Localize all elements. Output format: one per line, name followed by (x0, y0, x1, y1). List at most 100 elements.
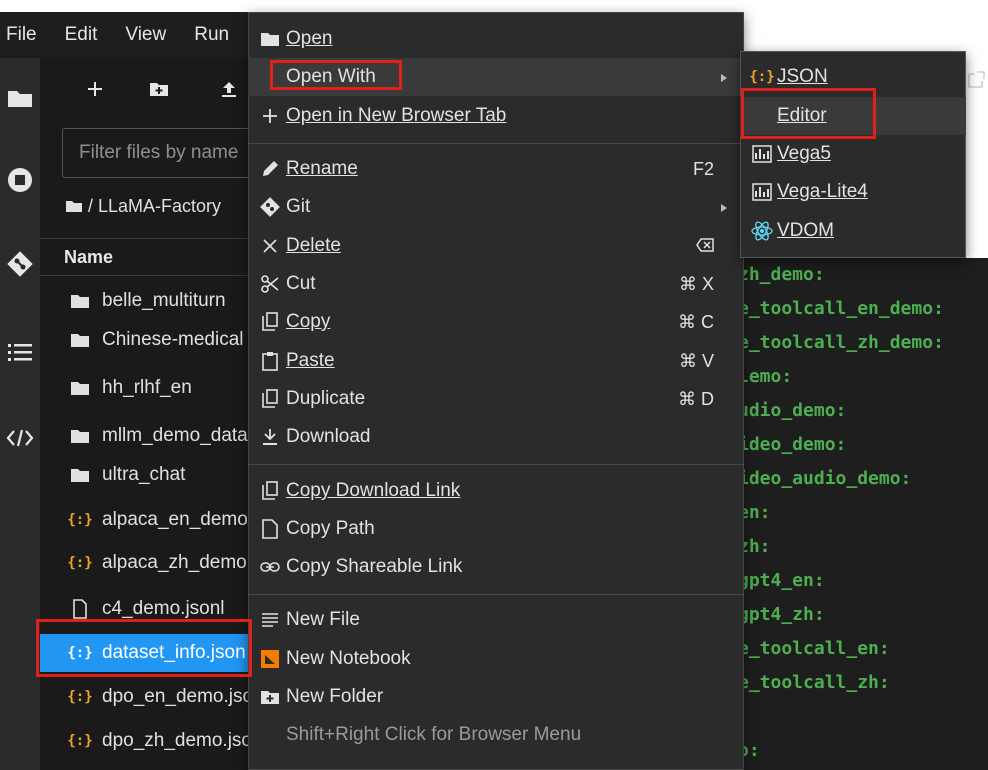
column-header-name[interactable]: Name (40, 238, 248, 276)
running-kernels-icon[interactable] (0, 162, 40, 198)
json-icon: {:} (67, 555, 93, 571)
file-row[interactable]: {:} alpaca_en_demo.json (40, 501, 248, 539)
menu-divider (248, 143, 744, 144)
menu-copy[interactable]: Copy ⌘ C (248, 303, 744, 341)
file-row[interactable]: mllm_demo_data (40, 417, 248, 455)
file-row[interactable]: hh_rlhf_en (40, 369, 248, 407)
code-line: zh_demo: (738, 264, 825, 285)
breadcrumb[interactable]: / LLaMA-Factory (66, 190, 248, 222)
file-icon (258, 519, 282, 539)
code-line: gpt4_zh: (738, 604, 825, 625)
menu-git[interactable]: Git (248, 188, 744, 226)
menu-view[interactable]: View (119, 24, 166, 46)
vega-chart-icon (750, 145, 774, 163)
file-name: belle_multiturn (102, 290, 226, 311)
code-line: udio_demo: (738, 400, 847, 421)
upload-icon[interactable] (216, 76, 242, 102)
submenu-vdom[interactable]: VDOM (740, 212, 966, 250)
menu-new-folder[interactable]: New Folder (248, 678, 744, 716)
pencil-icon (258, 159, 282, 179)
duplicate-shortcut: ⌘ D (678, 388, 714, 409)
file-row[interactable]: {:} alpaca_zh_demo.json (40, 544, 248, 582)
menu-copy-path[interactable]: Copy Path (248, 510, 744, 548)
new-folder-icon[interactable] (146, 76, 172, 102)
file-row[interactable]: ultra_chat (40, 456, 248, 494)
submenu-vega-lite4[interactable]: Vega-Lite4 (740, 173, 966, 211)
menu-copy-download-link[interactable]: Copy Download Link (248, 472, 744, 510)
file-name: mllm_demo_data (102, 425, 248, 446)
activity-bar (0, 58, 40, 770)
file-icon (68, 599, 92, 619)
paste-shortcut: ⌘ V (678, 350, 714, 371)
git-icon[interactable] (0, 244, 40, 284)
submenu-editor-label: Editor (777, 105, 827, 126)
external-link-icon[interactable] (966, 70, 988, 96)
json-icon: {:} (67, 645, 93, 661)
folder-icon (66, 201, 82, 212)
menu-new-notebook[interactable]: New Notebook (248, 640, 744, 678)
file-browser-toolbar (40, 58, 248, 120)
submenu-vdom-label: VDOM (777, 220, 834, 241)
menu-copy-path-label: Copy Path (286, 518, 375, 539)
menu-copy-shareable-link[interactable]: Copy Shareable Link (248, 548, 744, 586)
json-icon: {:} (749, 69, 775, 85)
folder-icon (68, 332, 92, 348)
file-row[interactable]: {:} dpo_zh_demo.json (40, 722, 248, 760)
table-of-contents-icon[interactable] (0, 334, 40, 370)
menu-paste-label: Paste (286, 350, 335, 371)
menu-rename[interactable]: Rename F2 (248, 150, 744, 188)
menu-new-file[interactable]: New File (248, 601, 744, 639)
code-extension-icon[interactable] (0, 420, 40, 456)
menu-new-file-label: New File (286, 609, 360, 630)
filter-placeholder: Filter files by name (79, 142, 239, 163)
menu-git-label: Git (286, 196, 311, 217)
folder-icon (68, 428, 92, 444)
submenu-vega5[interactable]: Vega5 (740, 135, 966, 173)
menu-delete[interactable]: Delete (248, 227, 744, 265)
menu-new-folder-label: New Folder (286, 686, 384, 707)
git-icon (258, 196, 282, 218)
notebook-icon (258, 649, 282, 669)
file-row[interactable]: {:} dataset_info.json (40, 634, 248, 672)
file-row[interactable]: c4_demo.jsonl (40, 590, 248, 628)
code-line: lemo: (738, 366, 793, 387)
menu-cut[interactable]: Cut ⌘ X (248, 265, 744, 303)
menu-download[interactable]: Download (248, 418, 744, 456)
code-line: e_toolcall_zh_demo: (738, 332, 944, 353)
menu-edit[interactable]: Edit (59, 24, 98, 46)
menu-copy-download-link-label: Copy Download Link (286, 480, 461, 501)
file-row[interactable]: Chinese-medical (40, 321, 248, 359)
menu-open[interactable]: Open (248, 20, 744, 58)
link-icon (258, 561, 282, 573)
menu-open-with[interactable]: Open With (248, 58, 744, 96)
menu-new-notebook-label: New Notebook (286, 648, 411, 669)
menu-download-label: Download (286, 426, 371, 447)
menu-open-new-tab[interactable]: Open in New Browser Tab (248, 97, 744, 135)
menu-run[interactable]: Run (188, 24, 229, 46)
menu-duplicate[interactable]: Duplicate ⌘ D (248, 380, 744, 418)
close-icon (258, 239, 282, 253)
submenu-editor[interactable]: Editor (740, 97, 966, 135)
menu-open-with-label: Open With (286, 66, 376, 87)
menu-file[interactable]: File (0, 24, 37, 46)
file-name: hh_rlhf_en (102, 377, 192, 398)
submenu-arrow-icon (720, 67, 728, 88)
folder-icon[interactable] (0, 80, 40, 116)
file-row[interactable]: {:} dpo_en_demo.json (40, 678, 248, 716)
new-launcher-icon[interactable] (82, 76, 108, 102)
menubar: File Edit View Run (0, 12, 248, 58)
file-row[interactable]: belle_multiturn (40, 282, 248, 320)
filter-files-input[interactable]: Filter files by name (62, 128, 248, 178)
clipboard-icon (258, 351, 282, 371)
menu-copy-label: Copy (286, 311, 331, 332)
code-line: ideo_audio_demo: (738, 468, 912, 489)
file-name: dataset_info.json (102, 642, 246, 663)
folder-icon (68, 380, 92, 396)
submenu-arrow-icon (720, 197, 728, 218)
scissors-icon (258, 274, 282, 294)
submenu-json[interactable]: {:} JSON (740, 58, 966, 96)
file-name: dpo_en_demo.json (102, 686, 248, 707)
new-folder-icon (258, 689, 282, 705)
menu-paste[interactable]: Paste ⌘ V (248, 342, 744, 380)
folder-icon (68, 467, 92, 483)
